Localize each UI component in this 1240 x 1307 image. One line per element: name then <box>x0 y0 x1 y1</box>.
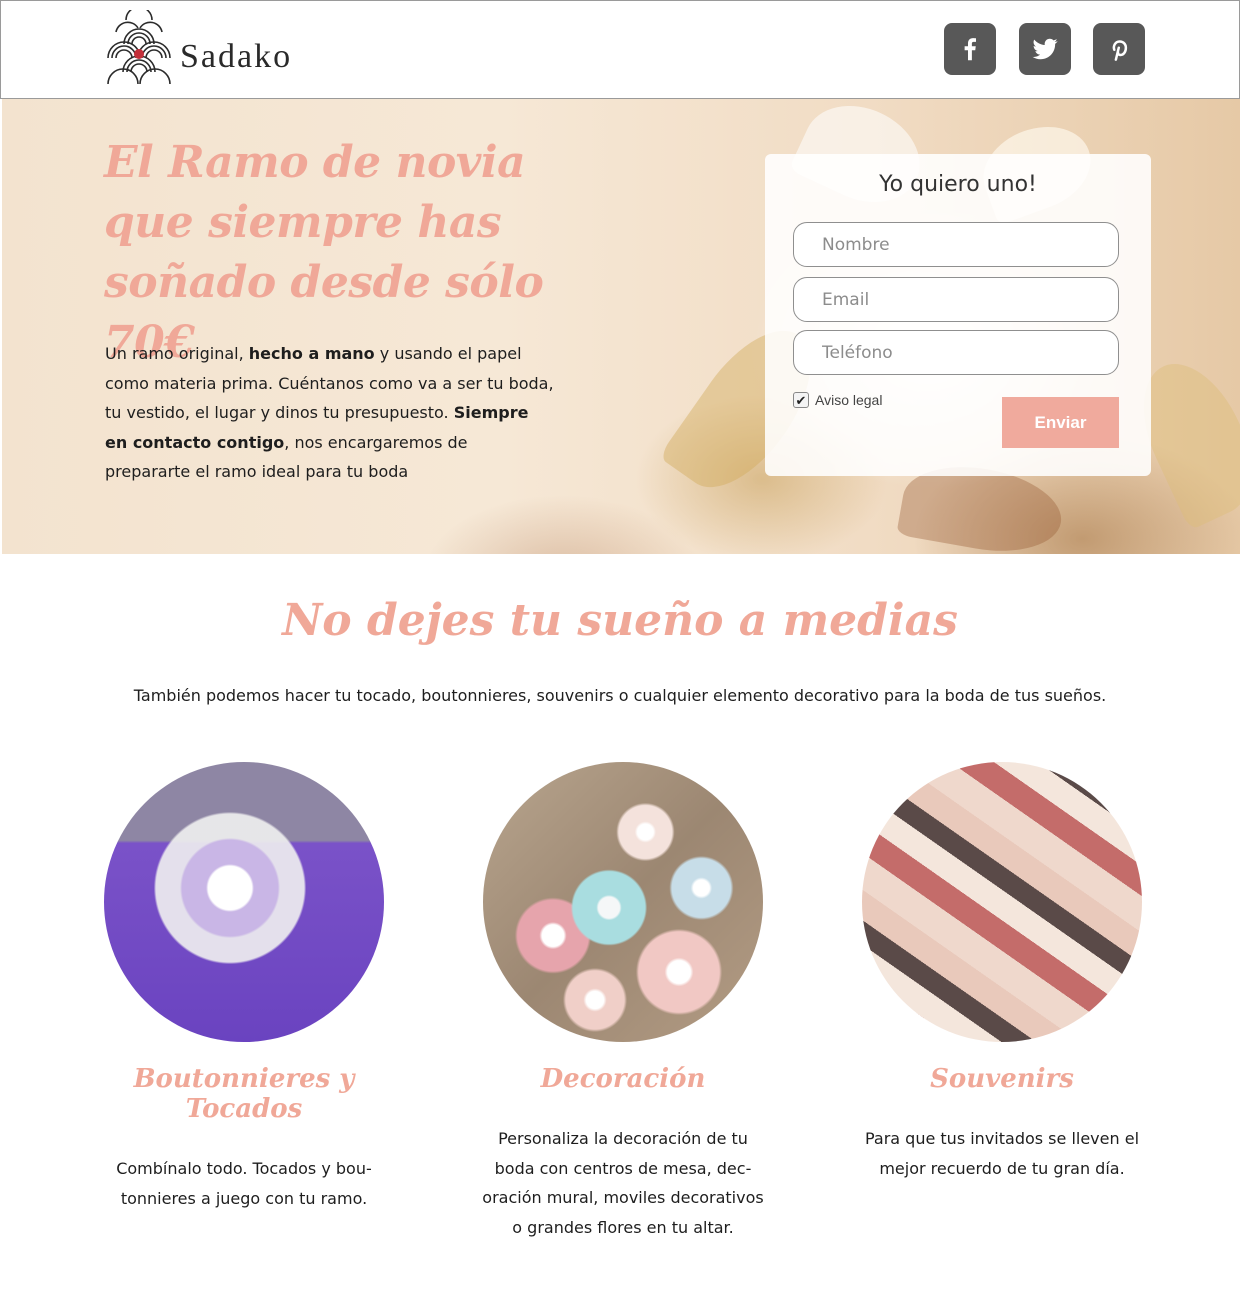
legal-checkbox[interactable]: ✔ <box>793 392 809 408</box>
card-text: Combínalo todo. Tocados y bou- tonnieres… <box>116 1159 372 1208</box>
boutonniere-photo <box>104 762 384 1042</box>
card-title: Souvenirs <box>930 1064 1074 1094</box>
card-text: Personaliza la decoración de tu boda con… <box>482 1129 764 1237</box>
card-text: Para que tus invitados se lleven el mejo… <box>864 1129 1140 1178</box>
facebook-icon <box>964 38 976 61</box>
card-boutonnieres: Boutonnieres y Tocados Combínalo todo. T… <box>94 762 394 1213</box>
card-title: Decoración <box>540 1064 706 1094</box>
facebook-button[interactable] <box>944 23 996 75</box>
card-title: Boutonnieres y Tocados <box>133 1064 355 1124</box>
pinterest-icon <box>1112 40 1128 61</box>
legal-label: Aviso legal <box>815 392 883 408</box>
card-decoracion: Decoración Personaliza la decoración de … <box>473 762 773 1242</box>
legal-checkbox-row[interactable]: ✔ Aviso legal <box>793 392 882 408</box>
name-input[interactable] <box>793 222 1119 267</box>
quote-form: Yo quiero uno! ✔ Aviso legal Enviar <box>765 154 1151 476</box>
hero-title: El Ramo de novia que siempre has soñado … <box>104 137 544 368</box>
pinterest-button[interactable] <box>1093 23 1145 75</box>
card-souvenirs: Souvenirs Para que tus invitados se llev… <box>852 762 1152 1183</box>
decoration-photo <box>483 762 763 1042</box>
souvenirs-photo <box>862 762 1142 1042</box>
wave-fan-logo-icon <box>107 10 171 85</box>
brand-name: Sadako <box>180 38 293 75</box>
submit-button[interactable]: Enviar <box>1002 397 1119 448</box>
phone-input[interactable] <box>793 330 1119 375</box>
logo[interactable]: Sadako <box>104 9 334 87</box>
section-subtitle: También podemos hacer tu tocado, boutonn… <box>133 686 1107 705</box>
twitter-icon <box>1032 38 1058 60</box>
site-header: Sadako <box>0 0 1240 99</box>
form-title: Yo quiero uno! <box>879 172 1037 197</box>
section-title: No dejes tu sueño a medias <box>282 595 958 646</box>
twitter-button[interactable] <box>1019 23 1071 75</box>
email-input[interactable] <box>793 277 1119 322</box>
hero-description: Un ramo original, hecho a mano y usando … <box>105 344 554 481</box>
